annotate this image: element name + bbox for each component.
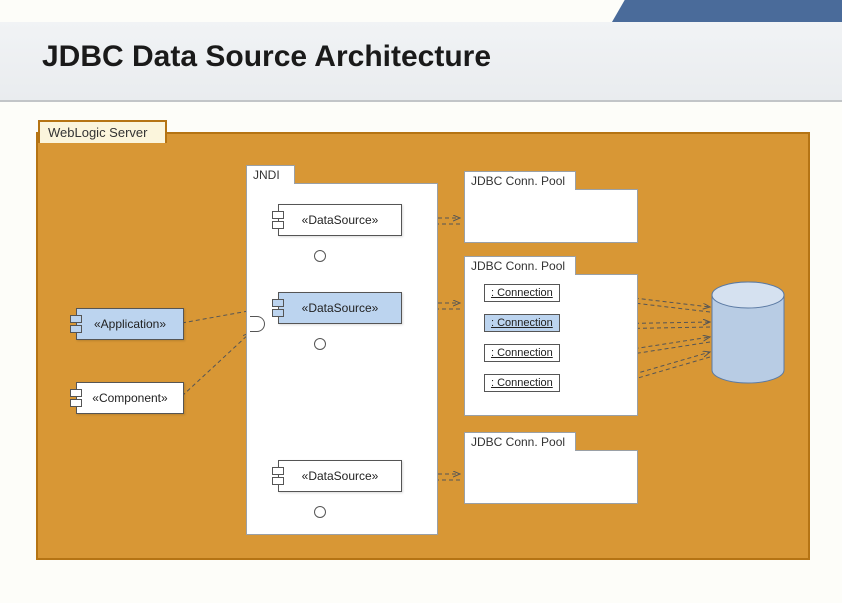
jndi-frame-label: JNDI bbox=[246, 165, 295, 184]
pool-3-label: JDBC Conn. Pool bbox=[464, 432, 576, 451]
server-frame-label: WebLogic Server bbox=[38, 120, 167, 143]
connection-2: : Connection bbox=[484, 314, 560, 332]
datasource-1: «DataSource» bbox=[278, 204, 402, 236]
server-frame: JNDI «Application» «Component» «DataSour… bbox=[36, 132, 810, 560]
lollipop-icon bbox=[314, 338, 326, 350]
datasource-3-label: «DataSource» bbox=[302, 469, 379, 483]
pool-3 bbox=[464, 450, 638, 504]
connection-4: : Connection bbox=[484, 374, 560, 392]
pool-2-label: JDBC Conn. Pool bbox=[464, 256, 576, 275]
lollipop-icon bbox=[314, 250, 326, 262]
pool-1 bbox=[464, 189, 638, 243]
datasource-2-label: «DataSource» bbox=[302, 301, 379, 315]
component-box: «Component» bbox=[76, 382, 184, 414]
connection-3: : Connection bbox=[484, 344, 560, 362]
title-band: JDBC Data Source Architecture bbox=[0, 22, 842, 102]
datasource-3: «DataSource» bbox=[278, 460, 402, 492]
datasource-1-label: «DataSource» bbox=[302, 213, 379, 227]
application-box: «Application» bbox=[76, 308, 184, 340]
application-label: «Application» bbox=[94, 317, 166, 331]
connection-1: : Connection bbox=[484, 284, 560, 302]
page-title: JDBC Data Source Architecture bbox=[42, 40, 491, 74]
diagram-canvas: WebLogic Server bbox=[36, 122, 812, 562]
component-label: «Component» bbox=[92, 391, 167, 405]
lollipop-icon bbox=[314, 506, 326, 518]
pool-1-label: JDBC Conn. Pool bbox=[464, 171, 576, 190]
datasource-2: «DataSource» bbox=[278, 292, 402, 324]
